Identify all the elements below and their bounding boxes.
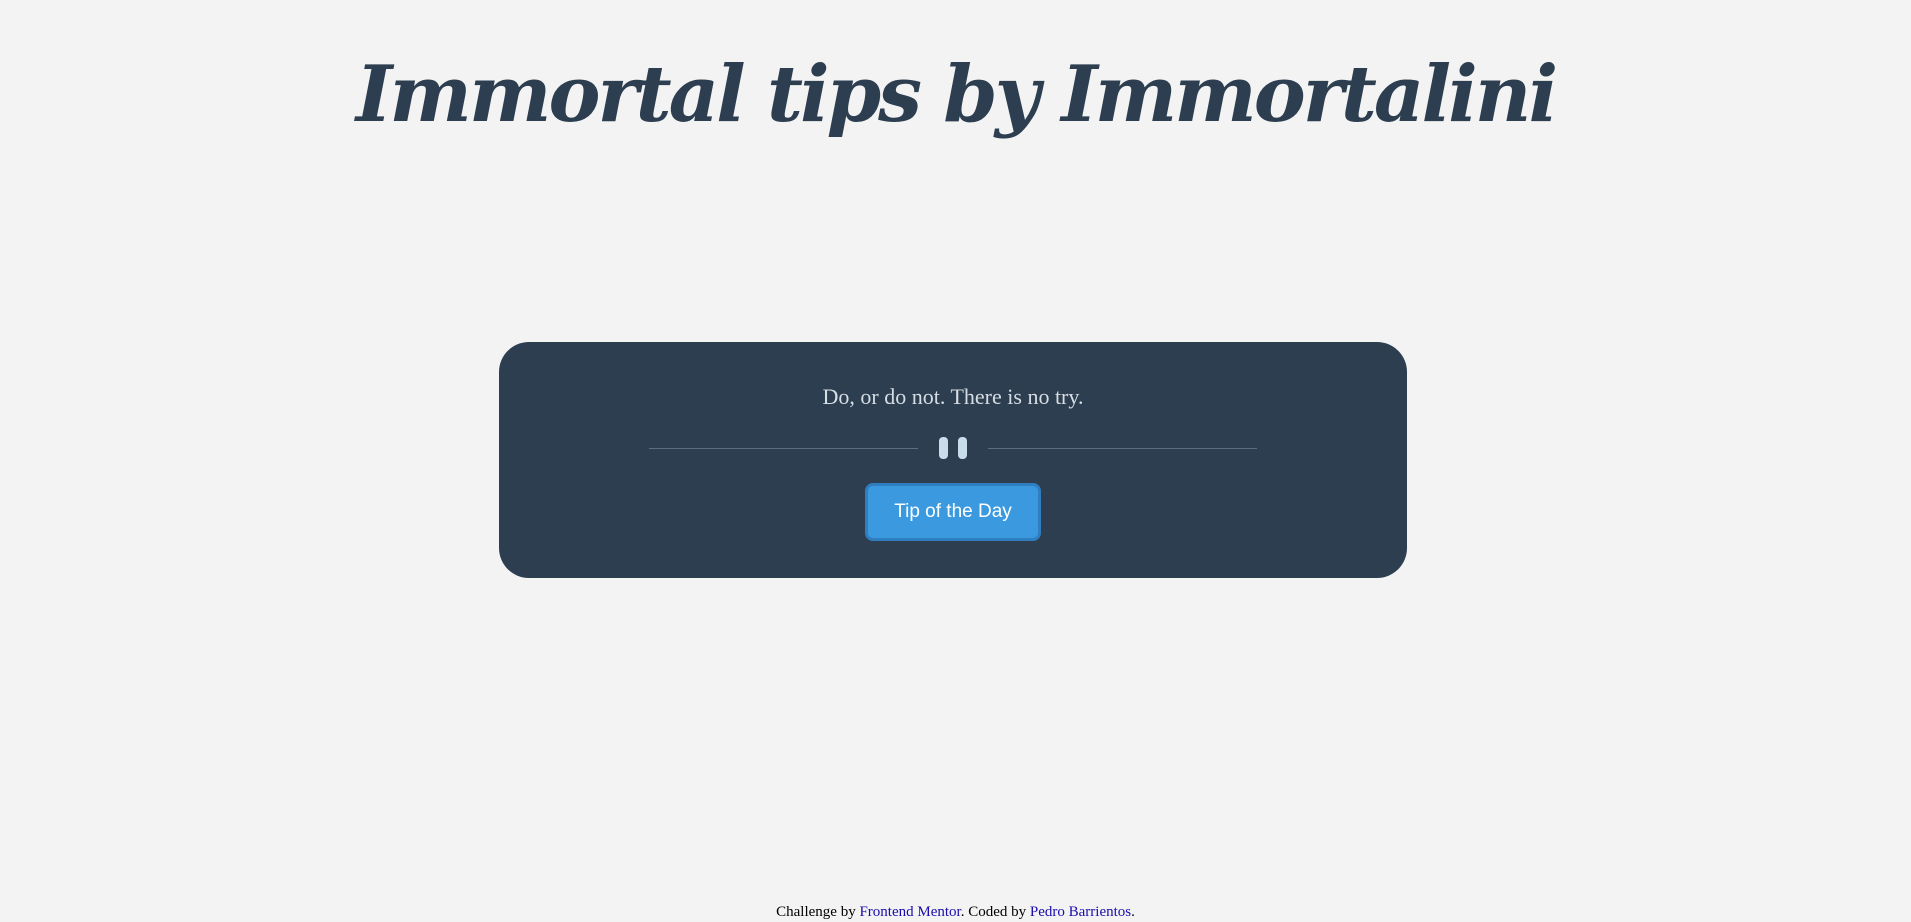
pause-bar-right (958, 437, 967, 459)
tip-text: Do, or do not. There is no try. (822, 384, 1084, 409)
tip-of-the-day-button[interactable]: Tip of the Day (865, 483, 1041, 541)
pause-bar-left (939, 437, 948, 459)
pause-icon (939, 437, 967, 459)
tip-card: Do, or do not. There is no try. Tip of t… (499, 342, 1407, 578)
divider-left (649, 448, 918, 449)
footer: Challenge by Frontend Mentor. Coded by P… (0, 902, 1911, 922)
page-title: Immortal tips by Immortalini (355, 49, 1558, 140)
divider-right (988, 448, 1257, 449)
